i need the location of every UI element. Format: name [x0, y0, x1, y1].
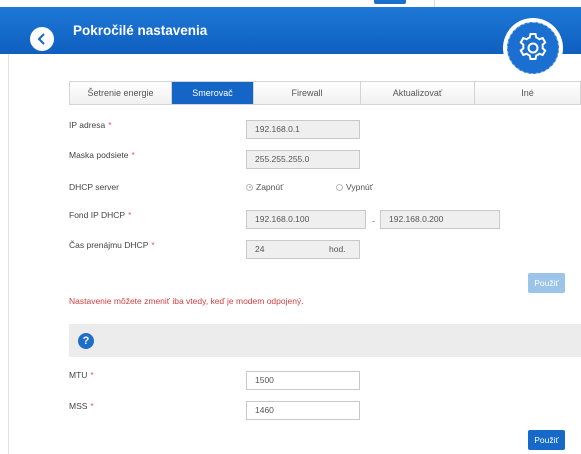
radio-dot-on [246, 183, 253, 191]
dhcp-on-radio[interactable]: Zapnúť [246, 182, 283, 192]
ip-field[interactable]: 192.168.0.1 [246, 120, 360, 139]
tab-power-saving[interactable]: Šetrenie energie [70, 82, 172, 104]
pool-label: Fond IP DHCP * [69, 210, 132, 220]
tab-firewall[interactable]: Firewall [254, 82, 361, 104]
modem-note: Nastavenie môžete zmeniť iba vtedy, keď … [69, 296, 304, 306]
help-bar [69, 324, 581, 357]
top-separator [434, 0, 435, 7]
top-indicator [374, 0, 406, 4]
mask-field[interactable]: 255.255.255.0 [246, 150, 360, 169]
lease-field[interactable]: 24 hod. [246, 240, 360, 259]
pool-end-field[interactable]: 192.168.0.200 [380, 210, 500, 229]
tab-bar: Šetrenie energie Smerovač Firewall Aktua… [69, 81, 581, 105]
settings-badge [507, 22, 559, 74]
back-arrow-icon [37, 33, 45, 45]
gear-icon [519, 33, 547, 60]
tab-other[interactable]: Iné [475, 82, 580, 104]
dhcp-off-radio[interactable]: Vypnúť [336, 182, 373, 192]
help-icon[interactable]: ? [78, 333, 94, 349]
page-title: Pokročilé nastavenia [73, 23, 208, 38]
mss-field[interactable]: 1460 [246, 401, 360, 420]
apply-button-disabled[interactable]: Použiť [528, 273, 565, 293]
lease-value: 24 [255, 244, 265, 254]
apply-button[interactable]: Použiť [528, 430, 565, 450]
pool-start-field[interactable]: 192.168.0.100 [246, 210, 366, 229]
mtu-field[interactable]: 1500 [246, 371, 360, 390]
lease-label: Čas prenájmu DHCP * [69, 240, 155, 250]
back-button[interactable] [30, 27, 54, 51]
pool-separator: - [372, 216, 375, 226]
lease-unit: hod. [329, 244, 346, 254]
mtu-label: MTU * [69, 370, 94, 380]
radio-dot-off [336, 183, 343, 191]
ip-label: IP adresa * [69, 120, 112, 130]
tab-update[interactable]: Aktualizovať [361, 82, 475, 104]
left-border [8, 54, 9, 454]
mask-label: Maska podsiete * [69, 150, 135, 160]
top-strip [0, 0, 581, 7]
mss-label: MSS * [69, 401, 94, 411]
header-bar: Pokročilé nastavenia [0, 7, 581, 54]
dhcp-label: DHCP server [69, 182, 119, 192]
tab-router[interactable]: Smerovač [172, 82, 254, 104]
